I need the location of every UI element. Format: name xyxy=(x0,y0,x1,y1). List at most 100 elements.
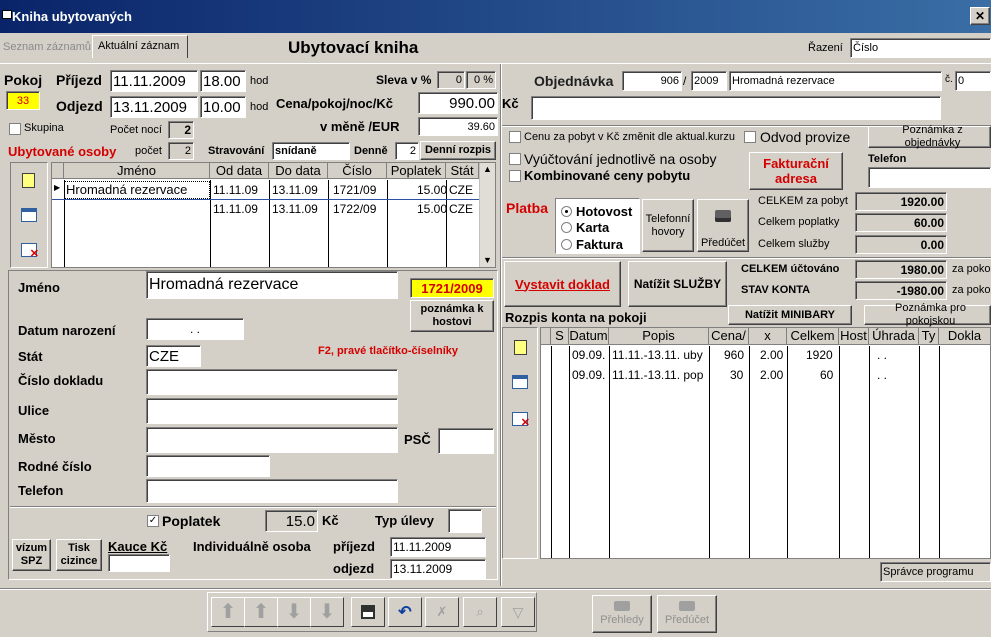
order-c-field[interactable]: 0 xyxy=(955,71,991,91)
guests-row-1-stat[interactable]: CZE xyxy=(449,183,473,197)
account-row-2-uhrada[interactable]: . . xyxy=(877,368,887,382)
komb-checkbox[interactable] xyxy=(509,170,521,182)
guests-row-1-od[interactable]: 11.11.09 xyxy=(213,183,258,197)
account-col-datum[interactable]: Datum xyxy=(569,328,609,345)
tisk-cizince-button[interactable]: Tisk cizince xyxy=(56,539,102,571)
poznamka-k-hostovi-button[interactable]: poznámka k hostovi xyxy=(410,300,494,332)
guests-col-jmeno[interactable]: Jméno xyxy=(64,163,210,179)
account-col-uhrada[interactable]: Úhrada xyxy=(869,328,919,345)
telefonni-hovory-button[interactable]: Telefonní hovory xyxy=(642,199,694,252)
guests-row-2-do[interactable]: 13.11.09 xyxy=(272,202,318,216)
prev-record-button[interactable]: ⬆ xyxy=(244,597,278,627)
guests-row-2-cislo[interactable]: 1722/09 xyxy=(333,202,376,216)
guests-col-cislo[interactable]: Číslo xyxy=(328,163,387,179)
delete-record-button[interactable]: ✗ xyxy=(425,597,459,627)
edit-icon[interactable] xyxy=(21,208,37,222)
guests-col-stat[interactable]: Stát xyxy=(446,163,479,179)
next-record-button[interactable]: ⬇ xyxy=(277,597,311,627)
preducet-toolbar-button[interactable]: Předúčet xyxy=(657,595,717,633)
order-name-field[interactable]: Hromadná rezervace xyxy=(729,71,942,91)
vyuct-checkbox[interactable] xyxy=(509,153,521,165)
account-row-1-x[interactable]: 2.00 xyxy=(760,348,783,362)
undo-button[interactable]: ↶ xyxy=(388,597,422,627)
guests-row-1-do[interactable]: 13.11.09 xyxy=(272,183,318,197)
account-new-icon[interactable] xyxy=(514,340,527,355)
odvod-checkbox[interactable] xyxy=(744,131,756,143)
find-button[interactable]: ⌕ xyxy=(463,597,497,627)
ulice-field[interactable] xyxy=(146,398,398,424)
sleva-field[interactable]: 0 xyxy=(437,71,465,89)
stat-field[interactable]: CZE xyxy=(146,345,201,367)
scroll-down-icon[interactable]: ▼ xyxy=(483,255,492,265)
guests-row-2-poplatek[interactable]: 15.00 xyxy=(417,202,447,216)
prijezd-date[interactable]: 11.11.2009 xyxy=(110,70,198,92)
account-row-1-popis[interactable]: 11.11.-13.11. uby xyxy=(612,348,708,362)
mesto-field[interactable] xyxy=(146,427,398,453)
cenu-checkbox[interactable] xyxy=(509,131,521,143)
jmeno-field[interactable]: Hromadná rezervace xyxy=(146,271,398,299)
hotovost-radio[interactable] xyxy=(561,206,572,217)
account-col-cena[interactable]: Cena/ xyxy=(709,328,749,345)
odjezd-date[interactable]: 13.11.2009 xyxy=(110,96,198,118)
guests-col-od[interactable]: Od data xyxy=(210,163,269,179)
rodne-cislo-field[interactable] xyxy=(146,455,270,477)
guests-row-2-od[interactable]: 11.11.09 xyxy=(213,202,258,216)
account-col-doklad[interactable]: Dokla xyxy=(939,328,991,345)
account-row-1-cena[interactable]: 960 xyxy=(724,348,744,362)
skupina-checkbox[interactable] xyxy=(9,123,21,135)
prehledy-button[interactable]: Přehledy xyxy=(592,595,652,633)
order-year-field[interactable]: 2009 xyxy=(691,71,727,91)
prijezd-time[interactable]: 18.00 xyxy=(200,70,246,92)
guests-row-1-poplatek[interactable]: 15.00 xyxy=(417,183,447,197)
faktura-radio[interactable] xyxy=(561,239,572,250)
mene-field[interactable]: 39.60 xyxy=(418,117,498,136)
natizit-minibary-button[interactable]: Natížit MINIBARY xyxy=(728,305,852,325)
account-edit-icon[interactable] xyxy=(512,375,528,389)
account-col-celkem[interactable]: Celkem xyxy=(787,328,839,345)
vystavit-doklad-button[interactable]: Vystavit doklad xyxy=(504,261,621,307)
typ-ulevy-field[interactable] xyxy=(448,509,482,533)
delete-icon[interactable]: ✕ xyxy=(21,243,39,260)
datum-narozeni-field[interactable]: . . xyxy=(146,318,244,340)
last-record-button[interactable]: ⬇ xyxy=(310,597,344,627)
save-button[interactable] xyxy=(351,597,385,627)
psc-field[interactable] xyxy=(438,428,494,454)
account-row-2-x[interactable]: 2.00 xyxy=(760,368,783,382)
kauce-field[interactable] xyxy=(108,554,170,572)
account-col-s[interactable]: S xyxy=(551,328,569,345)
scroll-up-icon[interactable]: ▲ xyxy=(483,164,492,174)
cena-field[interactable]: 990.00 xyxy=(418,92,498,114)
account-row-2-celkem[interactable]: 60 xyxy=(820,368,833,382)
order-number-field[interactable]: 906 xyxy=(622,71,682,91)
account-row-1-uhrada[interactable]: . . xyxy=(877,348,887,362)
natizit-sluzby-button[interactable]: Natížit SLUŽBY xyxy=(628,261,727,307)
account-row-1-celkem[interactable]: 1920 xyxy=(806,348,833,362)
account-row-2-datum[interactable]: 09.09. xyxy=(572,368,605,382)
filter-button[interactable]: ▽ xyxy=(501,597,535,627)
account-row-2-cena[interactable]: 30 xyxy=(730,368,743,382)
guests-row-1-jmeno[interactable]: Hromadná rezervace xyxy=(66,182,209,197)
close-button[interactable]: ✕ xyxy=(970,7,990,25)
denni-rozpis-button[interactable]: Denní rozpis xyxy=(420,141,496,160)
guests-row-2-stat[interactable]: CZE xyxy=(449,202,473,216)
account-col-popis[interactable]: Popis xyxy=(609,328,709,345)
new-icon[interactable] xyxy=(22,173,35,188)
guests-row-1-cislo[interactable]: 1721/09 xyxy=(333,183,376,197)
indiv-odjezd-field[interactable]: 13.11.2009 xyxy=(390,559,486,579)
stravovani-select[interactable]: snídaně xyxy=(272,142,350,160)
denne-field[interactable]: 2 xyxy=(395,142,419,160)
poplatek-field[interactable]: 15.0 xyxy=(265,510,318,532)
indiv-prijezd-field[interactable]: 11.11.2009 xyxy=(390,537,486,557)
guests-col-do[interactable]: Do data xyxy=(269,163,328,179)
account-col-x[interactable]: x xyxy=(749,328,787,345)
first-record-button[interactable]: ⬆ xyxy=(211,597,245,627)
vizum-spz-button[interactable]: vízum SPZ xyxy=(12,539,51,571)
account-row-2-popis[interactable]: 11.11.-13.11. pop xyxy=(612,368,708,382)
telefon-field[interactable] xyxy=(146,479,398,503)
account-col-ty[interactable]: Ty xyxy=(919,328,939,345)
order-note-field[interactable] xyxy=(531,96,941,120)
karta-radio[interactable] xyxy=(561,222,572,233)
guests-scrollbar[interactable] xyxy=(479,163,495,267)
poznamka-objednavky-button[interactable]: Poznámka z objednávky xyxy=(868,124,991,149)
fakturacni-adresa-button[interactable]: Fakturační adresa xyxy=(749,152,843,190)
